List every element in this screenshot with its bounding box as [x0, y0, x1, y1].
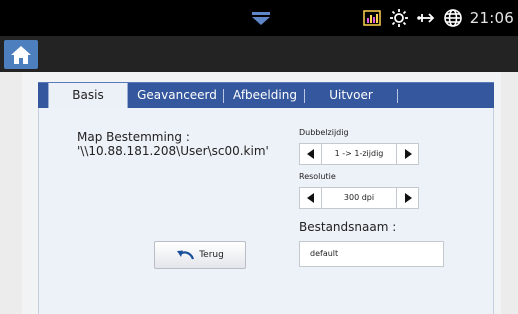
resolution-increase-button[interactable] [396, 188, 418, 208]
tab-separator [304, 89, 305, 103]
resolution-label: Resolutie [299, 172, 336, 181]
back-button[interactable]: Terug [154, 241, 246, 269]
triangle-right-icon [404, 149, 412, 159]
resolution-value: 300 dpi [343, 193, 375, 202]
back-button-label: Terug [199, 250, 224, 260]
tab-geavanceerd[interactable]: Geavanceerd [132, 83, 222, 109]
tab-afbeelding[interactable]: Afbeelding [227, 83, 303, 109]
duplex-value: 1 -> 1-zijdig [334, 149, 384, 158]
home-icon [11, 45, 31, 64]
clock: 21:06 [469, 9, 514, 27]
duplex-decrease-button[interactable] [300, 144, 322, 164]
status-bar: 21:06 [0, 0, 518, 36]
tab-separator [223, 89, 224, 103]
page-margin-left [0, 72, 22, 314]
resolution-stepper: 300 dpi [299, 187, 419, 209]
home-button[interactable] [4, 40, 38, 69]
triangle-right-icon [404, 193, 412, 203]
duplex-stepper: 1 -> 1-zijdig [299, 143, 419, 165]
network-icon [416, 13, 435, 23]
filename-field[interactable]: default [299, 241, 444, 267]
page-margin-right [501, 72, 518, 314]
duplex-increase-button[interactable] [396, 144, 418, 164]
tab-separator [397, 89, 398, 103]
tab-uitvoer[interactable]: Uitvoer [306, 83, 396, 109]
triangle-left-icon [306, 193, 314, 203]
destination-path: '\\10.88.181.208\User\sc00.kim' [77, 144, 269, 158]
tab-bar: Basis Geavanceerd Afbeelding Uitvoer [38, 82, 494, 110]
app-bar [0, 36, 518, 72]
signal-bars-icon [363, 10, 381, 26]
undo-arrow-icon [177, 250, 195, 260]
pulldown-handle-icon[interactable] [251, 11, 271, 27]
brightness-icon [389, 9, 408, 27]
globe-icon [443, 9, 462, 27]
tab-basis[interactable]: Basis [48, 83, 128, 110]
triangle-left-icon [306, 149, 314, 159]
resolution-decrease-button[interactable] [300, 188, 322, 208]
filename-label: Bestandsnaam : [299, 220, 397, 234]
destination-label: Map Bestemming : [77, 130, 190, 144]
duplex-label: Dubbelzijdig [299, 128, 349, 137]
